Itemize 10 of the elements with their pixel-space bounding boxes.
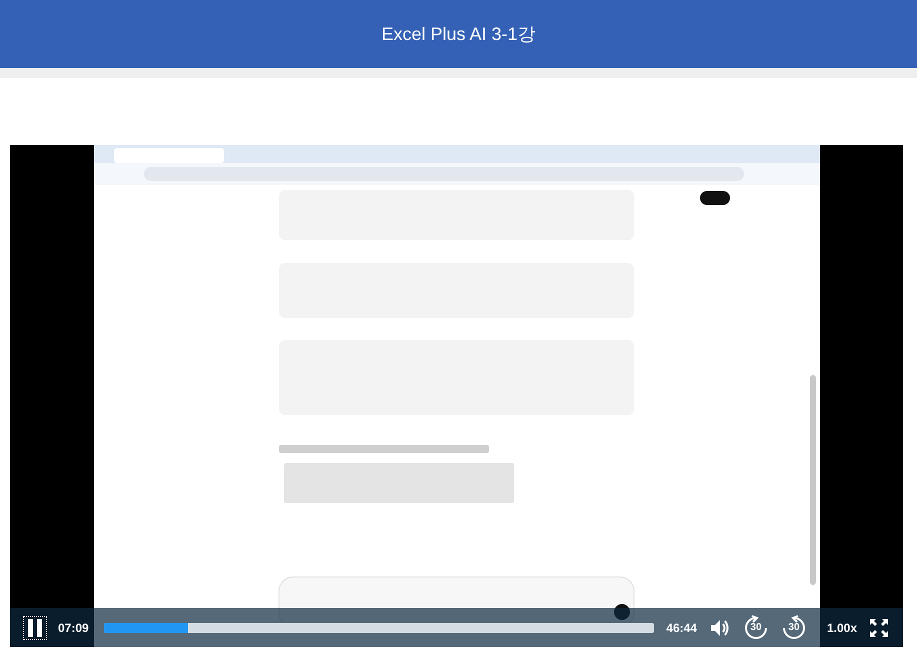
progress-track[interactable] <box>104 622 654 632</box>
course-title: Excel Plus AI 3-1강 <box>381 22 536 46</box>
rewind-button[interactable]: 30 <box>742 614 769 640</box>
fullscreen-icon[interactable] <box>869 618 889 638</box>
duration-time: 46:44 <box>666 620 697 636</box>
speed-button[interactable]: 1.00x <box>826 618 857 636</box>
pause-icon[interactable] <box>24 616 46 638</box>
current-time: 07:09 <box>58 620 90 636</box>
volume-icon[interactable] <box>708 618 731 638</box>
forward-button[interactable]: 30 <box>780 614 807 640</box>
